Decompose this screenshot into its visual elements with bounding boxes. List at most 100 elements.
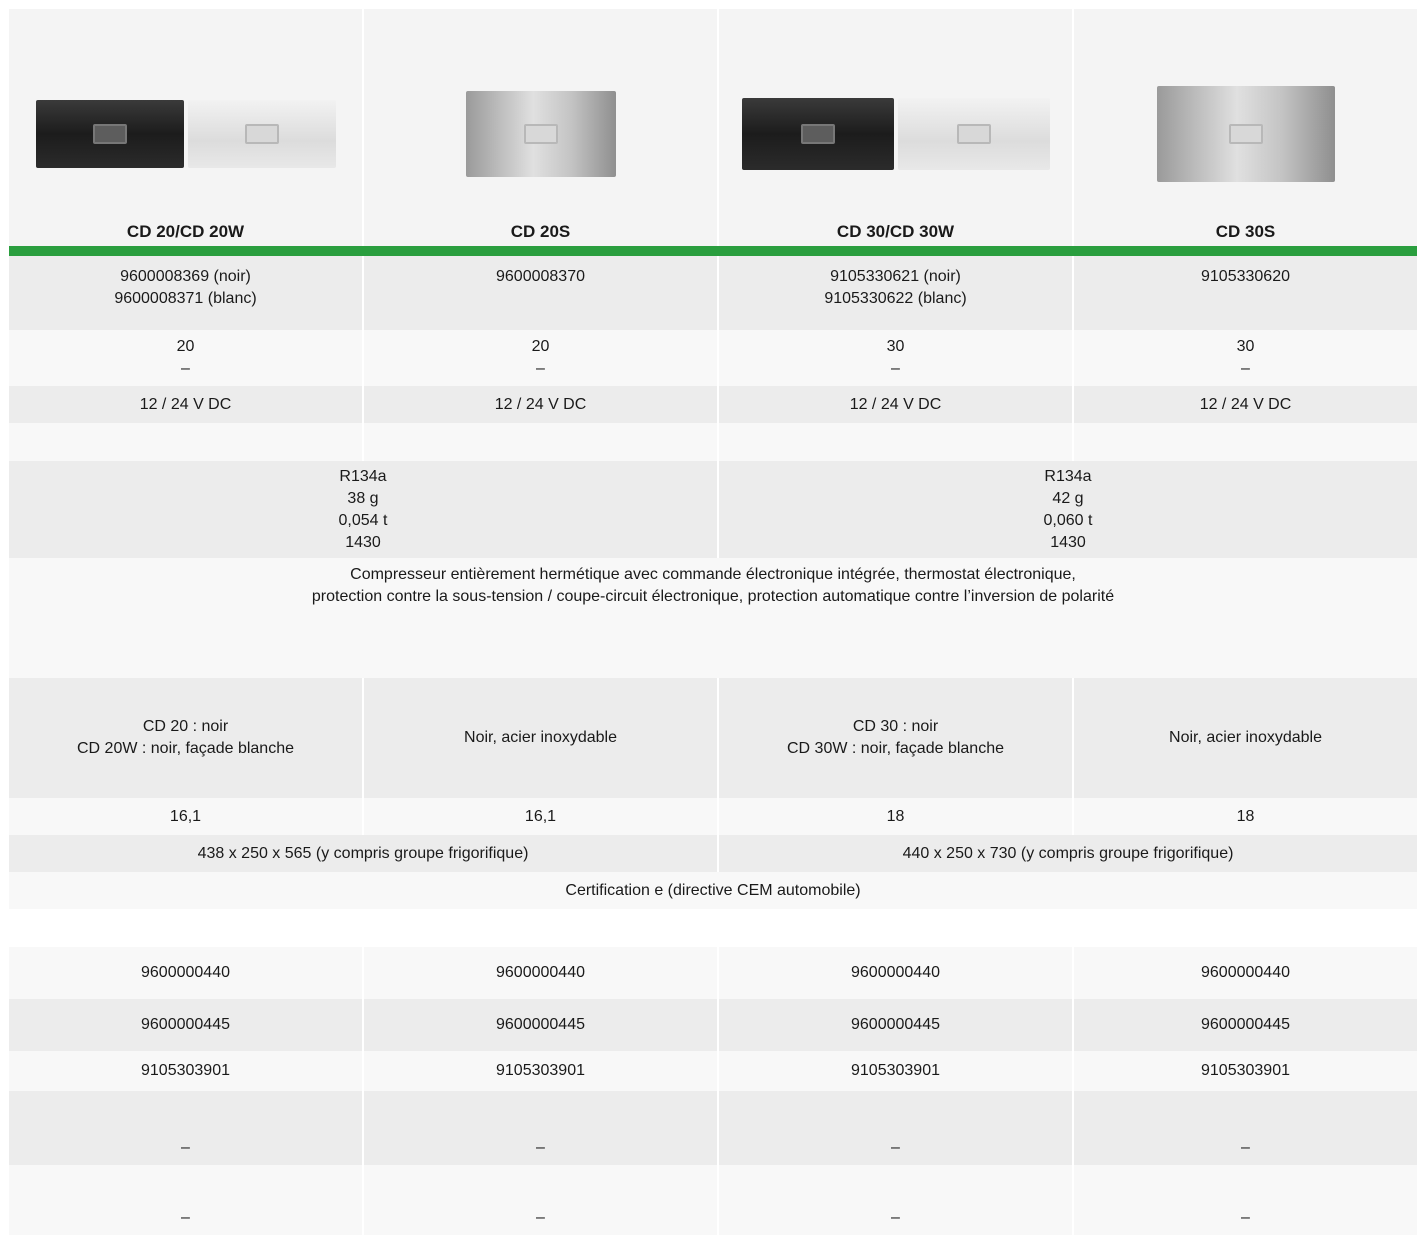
table-row: 12 / 24 V DC 12 / 24 V DC 12 / 24 V DC 1… xyxy=(9,386,1417,423)
cell-text: – xyxy=(181,360,190,377)
product-image-cd20 xyxy=(35,79,336,189)
table-cell: 9600000440 xyxy=(9,947,362,999)
product-column-3: CD 30/CD 30W xyxy=(719,9,1072,246)
table-row: – – – – xyxy=(9,1091,1417,1165)
product-name: CD 30S xyxy=(1215,222,1276,241)
cell-text: protection contre la sous-tension / coup… xyxy=(311,588,1115,605)
table-cell: 30 – xyxy=(1074,330,1417,386)
cell-text: 9105330621 (noir) xyxy=(830,268,961,285)
table-cell: 16,1 xyxy=(9,798,362,835)
cell-text: R134a xyxy=(1044,467,1092,485)
cell-text: 0,060 t xyxy=(1043,511,1093,529)
table-row: 438 x 250 x 565 (y compris groupe frigor… xyxy=(9,835,1417,872)
product-column-1: CD 20/CD 20W xyxy=(9,9,362,246)
table-cell: 12 / 24 V DC xyxy=(1074,386,1417,423)
table-cell: – xyxy=(9,1165,362,1235)
cell-text: 30 xyxy=(1236,338,1255,355)
table-cell: 438 x 250 x 565 (y compris groupe frigor… xyxy=(9,835,717,872)
table-cell: – xyxy=(364,1091,717,1165)
cell-text: 42 g xyxy=(1052,489,1084,507)
cell-text: CD 20W : noir, façade blanche xyxy=(76,740,294,757)
table-cell: 20 – xyxy=(9,330,362,386)
table-cell: 18 xyxy=(1074,798,1417,835)
product-image-cd30s xyxy=(1156,79,1335,189)
table-cell: – xyxy=(1074,1091,1417,1165)
product-name: CD 20/CD 20W xyxy=(126,222,245,241)
cell-text: 9600008370 xyxy=(496,268,585,285)
table-row: – – – – xyxy=(9,1165,1417,1235)
cell-text: 1430 xyxy=(1050,533,1086,551)
cell-text: 38 g xyxy=(347,489,379,507)
spec-table: CD 20/CD 20W CD 20S CD 30/CD 30W CD 30S xyxy=(9,9,1417,1235)
table-row: R134a 38 g 0,054 t 1430 R134a 42 g 0,060… xyxy=(9,461,1417,558)
cell-text: – xyxy=(891,360,900,377)
cell-text: – xyxy=(536,360,545,377)
table-cell: 12 / 24 V DC xyxy=(364,386,717,423)
cell-text: 1430 xyxy=(345,533,381,551)
cell-text: Noir, acier inoxydable xyxy=(1169,729,1322,746)
table-cell: 9600000440 xyxy=(364,947,717,999)
table-cell: 9105330621 (noir) 9105330622 (blanc) xyxy=(719,256,1072,330)
product-name: CD 30/CD 30W xyxy=(836,222,955,241)
cell-text: CD 30W : noir, façade blanche xyxy=(786,740,1004,757)
cell-text: 20 xyxy=(176,338,195,355)
product-image-cd20s xyxy=(465,79,616,189)
table-cell: – xyxy=(719,1091,1072,1165)
table-row: 9105303901 9105303901 9105303901 9105303… xyxy=(9,1051,1417,1091)
table-cell: 12 / 24 V DC xyxy=(9,386,362,423)
table-cell: 440 x 250 x 730 (y compris groupe frigor… xyxy=(719,835,1417,872)
table-cell: 9600008369 (noir) 9600008371 (blanc) xyxy=(9,256,362,330)
table-row xyxy=(9,423,1417,461)
table-cell: – xyxy=(9,1091,362,1165)
fridge-white-icon xyxy=(897,98,1050,170)
table-cell: 9600008370 xyxy=(364,256,717,330)
product-name: CD 20S xyxy=(510,222,571,241)
cell-text: 9105330620 xyxy=(1201,268,1290,285)
product-image-cd30 xyxy=(741,79,1050,189)
table-cell: R134a 38 g 0,054 t 1430 xyxy=(9,461,717,558)
table-row: Certification e (directive CEM automobil… xyxy=(9,872,1417,909)
table-cell: CD 30 : noir CD 30W : noir, façade blanc… xyxy=(719,678,1072,798)
table-cell: 9600000445 xyxy=(1074,999,1417,1051)
cell-text: 9105330622 (blanc) xyxy=(824,290,967,307)
cell-text: R134a xyxy=(339,467,387,485)
cell-text: Noir, acier inoxydable xyxy=(464,729,617,746)
table-cell: 9600000445 xyxy=(719,999,1072,1051)
table-cell: 9600000440 xyxy=(719,947,1072,999)
section-spacer xyxy=(9,909,1417,947)
table-cell: 16,1 xyxy=(364,798,717,835)
table-cell: Noir, acier inoxydable xyxy=(1074,678,1417,798)
cell-text: CD 30 : noir xyxy=(852,718,939,735)
table-row: 9600000445 9600000445 9600000445 9600000… xyxy=(9,999,1417,1051)
table-cell: 9600000440 xyxy=(1074,947,1417,999)
cell-text: CD 20 : noir xyxy=(142,718,229,735)
table-cell: 12 / 24 V DC xyxy=(719,386,1072,423)
table-cell: Noir, acier inoxydable xyxy=(364,678,717,798)
table-cell: 9105303901 xyxy=(9,1051,362,1091)
fridge-white-icon xyxy=(187,100,336,168)
product-column-2: CD 20S xyxy=(364,9,717,246)
cell-text: 9600008369 (noir) xyxy=(120,268,251,285)
fridge-steel-icon xyxy=(465,91,616,177)
cell-text: 20 xyxy=(531,338,550,355)
cell-text: 30 xyxy=(886,338,905,355)
table-cell: 9600000445 xyxy=(364,999,717,1051)
table-row: CD 20 : noir CD 20W : noir, façade blanc… xyxy=(9,678,1417,798)
table-cell: CD 20 : noir CD 20W : noir, façade blanc… xyxy=(9,678,362,798)
table-cell: 9105303901 xyxy=(719,1051,1072,1091)
product-header-row: CD 20/CD 20W CD 20S CD 30/CD 30W CD 30S xyxy=(9,9,1417,246)
fridge-steel-icon xyxy=(1156,86,1335,182)
product-column-4: CD 30S xyxy=(1074,9,1417,246)
cell-text: 9600008371 (blanc) xyxy=(114,290,257,307)
table-row: 16,1 16,1 18 18 xyxy=(9,798,1417,835)
table-cell: 30 – xyxy=(719,330,1072,386)
table-cell: – xyxy=(1074,1165,1417,1235)
table-row: 20 – 20 – 30 – 30 – xyxy=(9,330,1417,386)
cell-text: 0,054 t xyxy=(338,511,388,529)
table-cell: 20 – xyxy=(364,330,717,386)
cell-text: Compresseur entièrement hermétique avec … xyxy=(350,566,1076,583)
table-cell: 9105330620 xyxy=(1074,256,1417,330)
table-row: 9600000440 9600000440 9600000440 9600000… xyxy=(9,947,1417,999)
table-row: Compresseur entièrement hermétique avec … xyxy=(9,558,1417,678)
fridge-black-icon xyxy=(35,100,184,168)
